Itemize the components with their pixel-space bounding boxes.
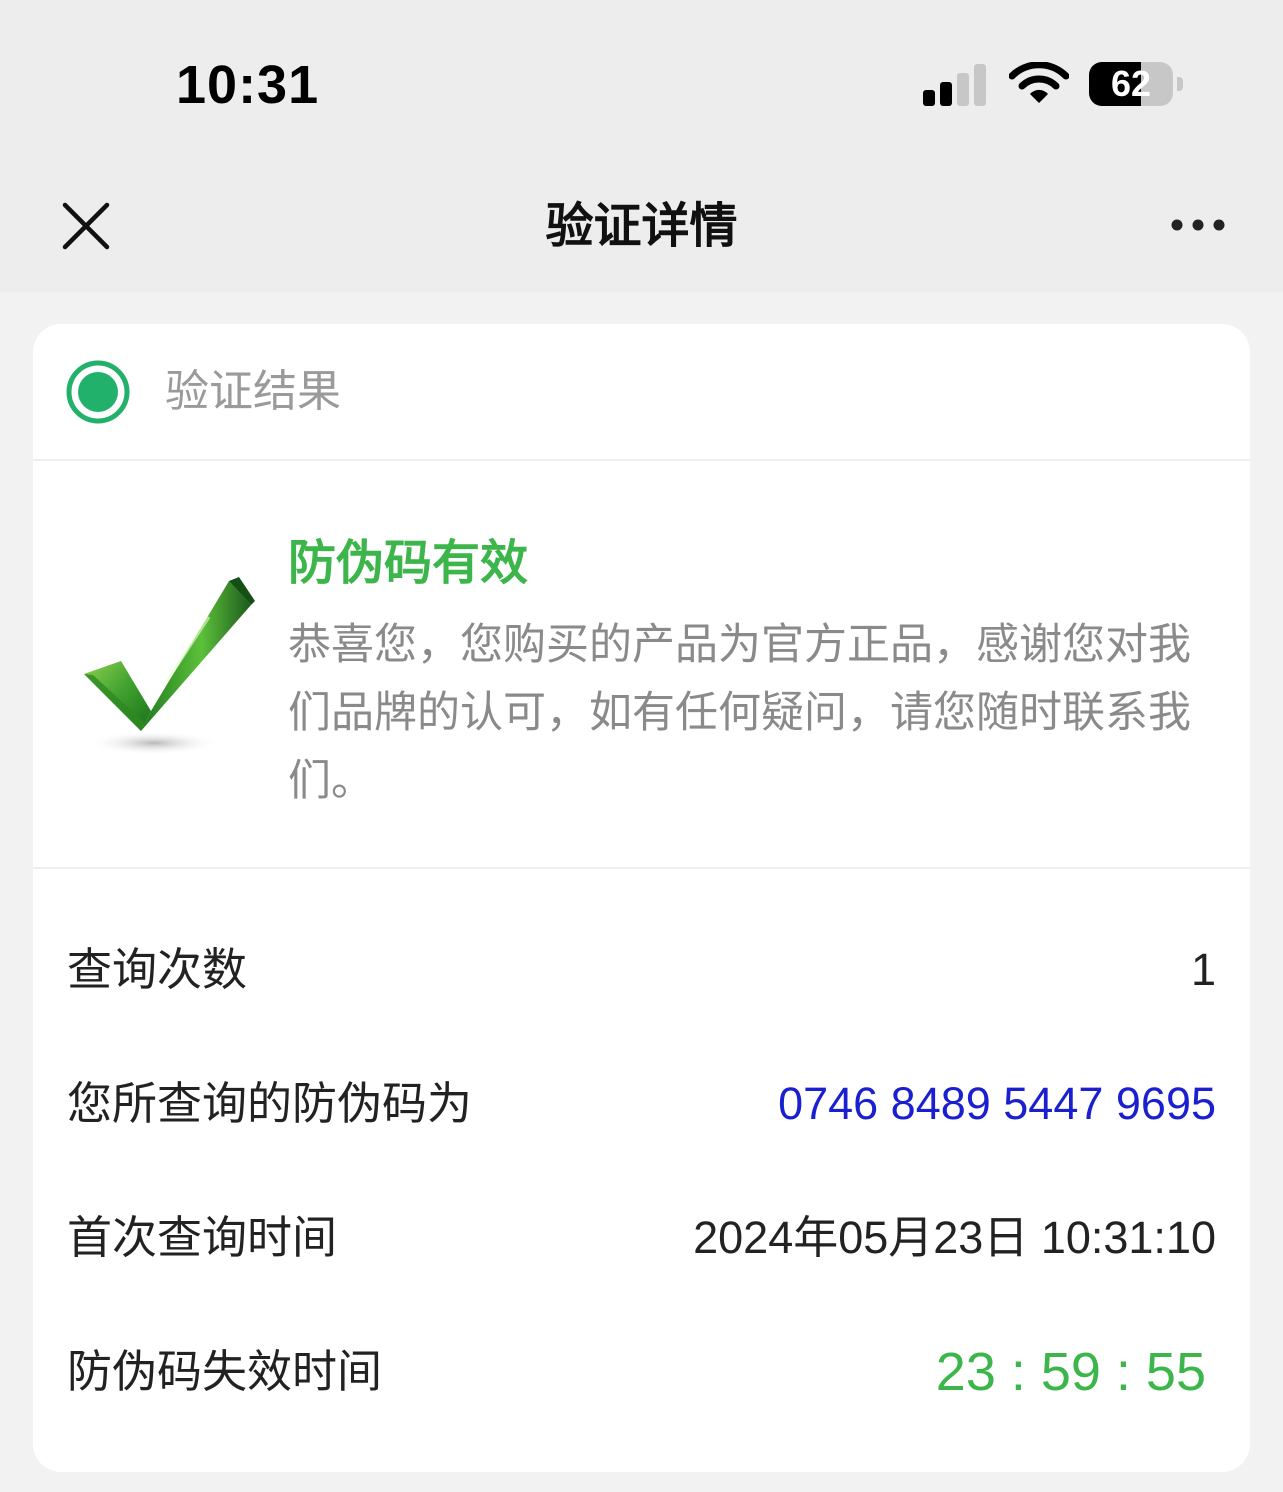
anti-counterfeit-code-label: 您所查询的防伪码为 bbox=[67, 1077, 473, 1130]
battery-icon: 62 bbox=[1089, 62, 1183, 106]
card-header-label: 验证结果 bbox=[165, 366, 341, 417]
cellular-signal-icon bbox=[923, 64, 986, 106]
close-button[interactable] bbox=[58, 198, 114, 254]
battery-level: 62 bbox=[1110, 63, 1152, 104]
status-dot-icon bbox=[66, 360, 130, 424]
anti-counterfeit-code-row: 您所查询的防伪码为 0746 8489 5447 9695 bbox=[33, 1064, 1250, 1144]
first-query-time-row: 首次查询时间 2024年05月23日 10:31:10 bbox=[33, 1198, 1250, 1278]
first-query-time-label: 首次查询时间 bbox=[67, 1211, 338, 1264]
status-time: 10:31 bbox=[176, 55, 320, 115]
checkmark-icon bbox=[84, 577, 255, 755]
card-header: 验证结果 bbox=[33, 324, 1250, 461]
query-count-value: 1 bbox=[1190, 944, 1216, 995]
result-section: 防伪码有效 恭喜您，您购买的产品为官方正品，感谢您对我们品牌的认可，如有任何疑问… bbox=[33, 461, 1250, 869]
query-count-row: 查询次数 1 bbox=[33, 930, 1250, 1010]
result-description: 恭喜您，您购买的产品为官方正品，感谢您对我们品牌的认可，如有任何疑问，请您随时联… bbox=[288, 620, 1191, 806]
status-icons: 62 bbox=[923, 62, 1183, 106]
status-bar: 10:31 62 bbox=[0, 0, 1283, 160]
result-title: 防伪码有效 bbox=[288, 535, 529, 591]
query-count-label: 查询次数 bbox=[67, 943, 248, 996]
more-icon bbox=[1171, 219, 1225, 231]
expiry-time-row: 防伪码失效时间 23 : 59 : 55 bbox=[33, 1332, 1250, 1412]
wifi-icon bbox=[1009, 62, 1069, 103]
first-query-time-value: 2024年05月23日 10:31:10 bbox=[693, 1212, 1216, 1263]
nav-bar: 验证详情 bbox=[0, 160, 1283, 292]
verification-card: 验证结果 防伪码有效 恭喜您，您购买的产品为官方正品，感谢您对我们品牌的认可，如… bbox=[33, 324, 1250, 1472]
expiry-countdown: 23 : 59 : 55 bbox=[935, 1342, 1206, 1402]
close-icon bbox=[62, 202, 110, 250]
more-button[interactable] bbox=[1169, 210, 1229, 240]
expiry-time-label: 防伪码失效时间 bbox=[67, 1345, 383, 1398]
anti-counterfeit-code-value[interactable]: 0746 8489 5447 9695 bbox=[778, 1064, 1216, 1144]
page-title: 验证详情 bbox=[545, 198, 738, 254]
